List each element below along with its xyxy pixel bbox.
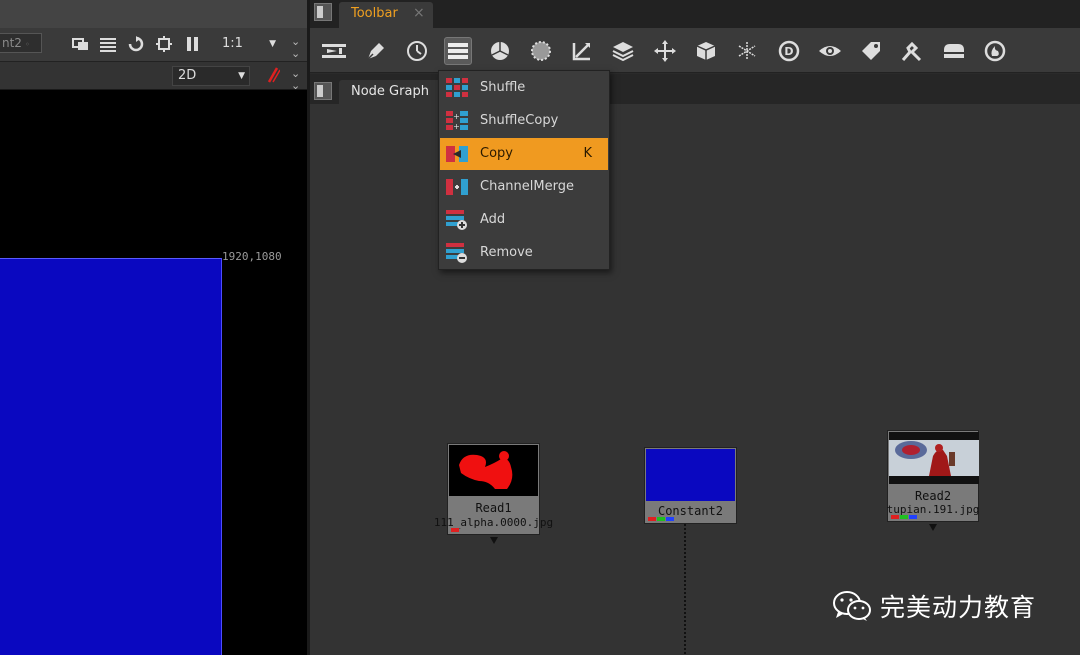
- particles-icon[interactable]: [733, 37, 761, 65]
- image-thumbnail-icon: [889, 432, 979, 484]
- node-constant2[interactable]: Constant2: [644, 447, 737, 524]
- views-icon[interactable]: [816, 37, 844, 65]
- draw-icon[interactable]: [362, 37, 390, 65]
- transform-icon[interactable]: [651, 37, 679, 65]
- double-chevron-icon[interactable]: ⌄ ⌄: [291, 36, 300, 60]
- menu-item-add[interactable]: Add: [440, 204, 608, 236]
- channelmerge-icon: [446, 179, 468, 195]
- remove-channel-icon: [446, 243, 467, 263]
- shuffle-icon: [446, 78, 468, 97]
- menu-item-shuffle[interactable]: Shuffle: [440, 72, 608, 104]
- channel-indicator: [891, 515, 917, 519]
- input-output-icon[interactable]: [320, 37, 348, 65]
- 3d-icon[interactable]: [692, 37, 720, 65]
- menu-item-shufflecopy[interactable]: + + ShuffleCopy: [440, 105, 608, 137]
- channel-icon[interactable]: [444, 37, 472, 65]
- node-thumbnail: [646, 449, 735, 501]
- color-icon[interactable]: [486, 37, 514, 65]
- chevron-down-icon: ▼: [238, 71, 245, 81]
- toolsets-icon[interactable]: [898, 37, 926, 65]
- channel-menu: Shuffle + + ShuffleCopy Copy K ChannelMe…: [438, 70, 610, 270]
- overlay-toggle-icon[interactable]: [72, 36, 90, 52]
- viewer-image-plate: [0, 258, 222, 655]
- tab-node-graph[interactable]: Node Graph: [339, 80, 449, 104]
- double-chevron-icon[interactable]: ⌄ ⌄: [291, 68, 300, 92]
- close-icon[interactable]: ×: [413, 5, 425, 21]
- node-thumbnail: [889, 432, 979, 484]
- keyer-icon[interactable]: [568, 37, 596, 65]
- panel-menu-handle[interactable]: [314, 82, 332, 100]
- svg-text:+: +: [453, 122, 460, 131]
- merge-icon[interactable]: [609, 37, 637, 65]
- panel-menu-handle[interactable]: [314, 3, 332, 21]
- viewer-panel: nt2 ◦ 1:1 ▼ ⌄ ⌄ 2D ▼ ⌄ ⌄ 1920,1080: [0, 0, 307, 655]
- nuke-app-window: nt2 ◦ 1:1 ▼ ⌄ ⌄ 2D ▼ ⌄ ⌄ 1920,1080 Toolbar ×: [0, 0, 1080, 655]
- shufflecopy-icon: ++: [446, 111, 468, 131]
- format-label: 1920,1080: [222, 250, 282, 263]
- node-read1[interactable]: Read1 111_alpha.0000.jpg: [434, 443, 553, 535]
- refresh-icon[interactable]: [127, 36, 145, 52]
- watermark-text: 完美动力教育: [880, 593, 1037, 622]
- node-output-arrow[interactable]: [929, 524, 937, 531]
- furnace-icon[interactable]: [981, 37, 1009, 65]
- copy-icon: [446, 146, 468, 162]
- node-graph-canvas[interactable]: [310, 104, 1080, 655]
- node-output-arrow[interactable]: [490, 537, 498, 544]
- filter-icon[interactable]: [527, 37, 555, 65]
- channel-indicator: [648, 517, 674, 521]
- node-connection-pipe[interactable]: [684, 524, 686, 655]
- metadata-icon[interactable]: [857, 37, 885, 65]
- zoom-dropdown[interactable]: 1:1 ▼: [218, 34, 280, 54]
- svg-text:D: D: [784, 45, 793, 58]
- watermark: 完美动力教育: [832, 588, 1036, 624]
- chevron-down-icon: ▼: [269, 39, 276, 49]
- viewer-top-strip: [0, 0, 307, 28]
- view-mode-dropdown[interactable]: 2D ▼: [172, 66, 250, 86]
- viewer-toolbar-bottom: [0, 62, 307, 90]
- svg-text:+: +: [453, 112, 460, 121]
- list-icon[interactable]: [99, 36, 117, 52]
- node-thumbnail: [449, 445, 538, 496]
- alpha-thumbnail-icon: [459, 451, 513, 489]
- roi-icon[interactable]: [155, 36, 173, 52]
- time-icon[interactable]: [403, 37, 431, 65]
- deep-icon[interactable]: D: [775, 37, 803, 65]
- wechat-logo-icon: [833, 591, 871, 621]
- pause-icon[interactable]: [184, 36, 202, 52]
- add-channel-icon: [446, 210, 467, 230]
- menu-item-copy[interactable]: Copy K: [440, 138, 608, 170]
- menu-item-remove[interactable]: Remove: [440, 237, 608, 269]
- channel-indicator: [451, 528, 459, 532]
- menu-item-channelmerge[interactable]: ChannelMerge: [440, 171, 608, 203]
- wipe-icon[interactable]: [266, 67, 280, 83]
- other-icon[interactable]: [940, 37, 968, 65]
- viewer-input-tab[interactable]: nt2 ◦: [0, 33, 42, 53]
- node-toolbar: D: [310, 28, 1080, 73]
- tab-caret-icon: ◦: [24, 40, 30, 49]
- tab-toolbar[interactable]: Toolbar ×: [339, 2, 433, 28]
- node-read2[interactable]: Read2 tupian.191.jpg: [887, 430, 979, 522]
